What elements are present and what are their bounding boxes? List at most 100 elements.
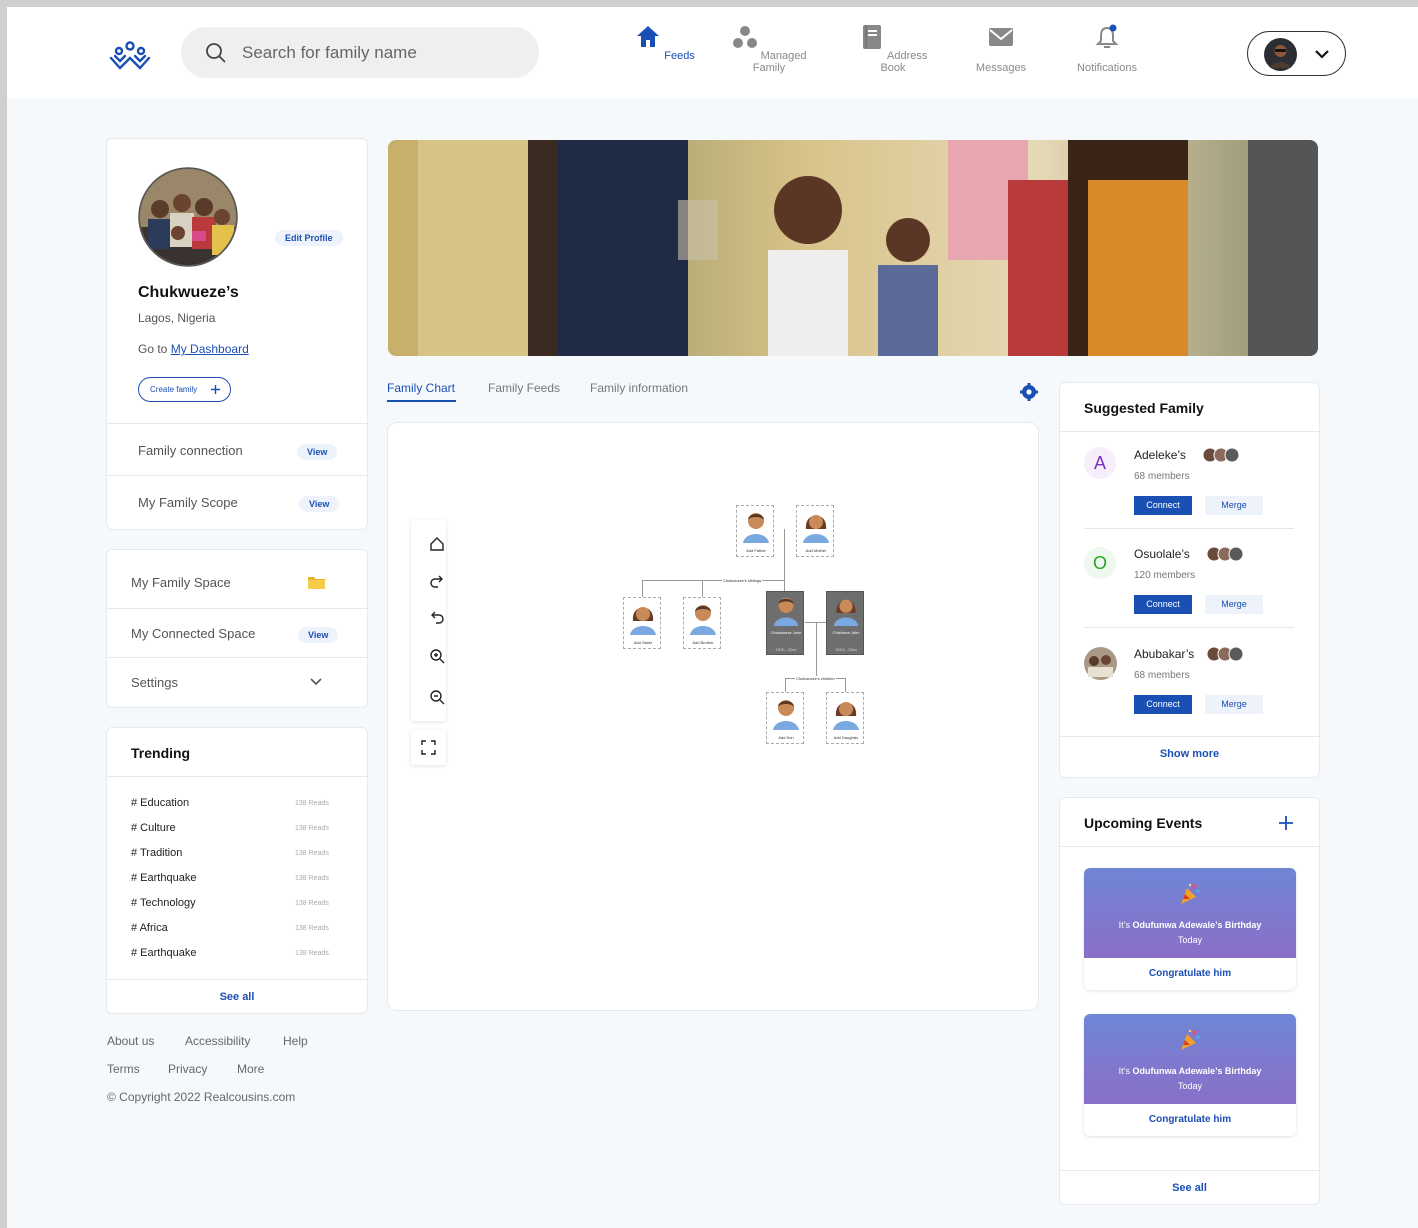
gear-icon[interactable]: [1020, 383, 1038, 401]
nav-notifications[interactable]: Notifications: [1067, 24, 1147, 74]
merge-button[interactable]: Merge: [1205, 595, 1263, 614]
edit-profile-button[interactable]: Edit Profile: [275, 230, 343, 246]
family-scope-view-button[interactable]: View: [299, 496, 340, 512]
divider: [1084, 627, 1294, 628]
event-card[interactable]: It’s Odufunwa Adewale’s Birthday Today C…: [1084, 868, 1296, 990]
female-avatar-icon: [833, 702, 859, 730]
suggested-family-name[interactable]: Adeleke’s: [1134, 448, 1186, 462]
congratulate-button[interactable]: Congratulate him: [1084, 1114, 1296, 1125]
nav-managed-family[interactable]: Managed Family: [722, 24, 816, 74]
tree-node-spouse[interactable]: Chiefoma John 19XX - 20xx: [826, 591, 864, 655]
trending-reads: 138 Reads: [295, 900, 329, 907]
zoom-in-icon[interactable]: [428, 647, 446, 665]
trending-tag: # Education: [131, 797, 190, 809]
space-card: My Family Space My Connected Space View …: [106, 549, 368, 708]
events-see-all-link[interactable]: See all: [1060, 1182, 1319, 1194]
tree-node-brother[interactable]: Add Brother: [683, 597, 721, 649]
node-dates: 19XX - 20xx: [835, 647, 857, 652]
suggested-family-name[interactable]: Osuolale’s: [1134, 547, 1190, 561]
connect-button[interactable]: Connect: [1134, 695, 1192, 714]
nav-label: Notifications: [1077, 62, 1137, 74]
nav-label: Feeds: [664, 50, 695, 62]
tree-connector: [642, 580, 643, 598]
suggested-family-members: 68 members: [1134, 670, 1190, 681]
footer-privacy-link[interactable]: Privacy: [168, 1062, 207, 1076]
trending-reads: 138 Reads: [295, 825, 329, 832]
family-scope-row[interactable]: My Family Scope View: [107, 475, 367, 530]
family-connection-view-button[interactable]: View: [297, 444, 338, 460]
my-dashboard-link[interactable]: My Dashboard: [171, 342, 249, 356]
trending-tag: # Earthquake: [131, 947, 197, 959]
realcousins-logo[interactable]: [107, 39, 153, 75]
trending-see-all-link[interactable]: See all: [107, 991, 367, 1003]
settings-row[interactable]: Settings: [107, 657, 367, 708]
tree-connector: [845, 678, 846, 693]
zoom-out-icon[interactable]: [428, 688, 446, 706]
family-space-row[interactable]: My Family Space: [107, 550, 367, 608]
connected-space-view-button[interactable]: View: [298, 627, 339, 643]
merge-button[interactable]: Merge: [1205, 695, 1263, 714]
male-avatar-icon: [743, 513, 769, 543]
node-caption: Add Mother: [805, 548, 827, 553]
nav-messages[interactable]: Messages: [969, 24, 1033, 74]
show-more-link[interactable]: Show more: [1060, 748, 1319, 760]
home-icon[interactable]: [428, 535, 446, 553]
family-scope-label: My Family Scope: [138, 495, 238, 510]
account-menu[interactable]: [1247, 31, 1346, 76]
connect-button[interactable]: Connect: [1134, 496, 1192, 515]
congratulate-button[interactable]: Congratulate him: [1084, 968, 1296, 979]
nav-feeds[interactable]: Feeds: [635, 24, 695, 62]
male-avatar-icon: [773, 597, 799, 626]
connected-space-row[interactable]: My Connected Space View: [107, 608, 367, 657]
tree-node-mother[interactable]: Add Mother: [796, 505, 834, 557]
trending-footer: See all: [107, 979, 367, 1014]
tree-node-sister[interactable]: Add Sister: [623, 597, 661, 649]
party-popper-icon: [1181, 883, 1200, 904]
tree-node-father[interactable]: Add Father: [736, 505, 774, 557]
active-tab-indicator: [387, 400, 456, 402]
tab-family-feeds[interactable]: Family Feeds: [488, 381, 560, 395]
tab-family-information[interactable]: Family information: [590, 381, 688, 395]
footer-accessibility-link[interactable]: Accessibility: [185, 1034, 250, 1048]
search-bar[interactable]: Search for family name: [181, 27, 539, 78]
home-icon: [637, 26, 660, 47]
nav-address-book[interactable]: Address Book: [853, 24, 933, 74]
fullscreen-button[interactable]: [411, 730, 446, 765]
events-footer: See all: [1060, 1170, 1319, 1205]
tab-family-chart[interactable]: Family Chart: [387, 381, 455, 395]
tree-node-daughter[interactable]: Add Daughter: [826, 692, 864, 744]
family-connection-label: Family connection: [138, 443, 243, 458]
profile-card: Edit Profile Chukwueze’s Lagos, Nigeria …: [106, 138, 368, 530]
upcoming-events-card: Upcoming Events It’s Odufunwa Adewale’s …: [1059, 797, 1320, 1205]
suggested-family-name[interactable]: Abubakar’s: [1134, 647, 1194, 661]
event-card[interactable]: It’s Odufunwa Adewale’s Birthday Today C…: [1084, 1014, 1296, 1136]
create-family-button[interactable]: Create family: [138, 377, 231, 402]
family-connection-row[interactable]: Family connection View: [107, 423, 367, 475]
merge-button[interactable]: Merge: [1205, 496, 1263, 515]
event-prefix: It’s: [1118, 1066, 1130, 1076]
trending-tag: # Earthquake: [131, 872, 197, 884]
plus-icon[interactable]: [1278, 815, 1294, 831]
tree-connector: [702, 580, 703, 598]
footer-more-link[interactable]: More: [237, 1062, 264, 1076]
connect-button[interactable]: Connect: [1134, 595, 1192, 614]
footer-help-link[interactable]: Help: [283, 1034, 308, 1048]
trending-card: Trending # Education 138 Reads # Culture 1…: [106, 727, 368, 1014]
book-icon: [862, 25, 881, 49]
search-input[interactable]: Search for family name: [242, 43, 417, 63]
family-chart-canvas[interactable]: [387, 422, 1039, 1011]
suggested-footer: Show more: [1060, 736, 1319, 778]
chevron-down-icon: [310, 678, 322, 686]
node-caption: Add Brother: [692, 640, 714, 645]
tree-node-son[interactable]: Add Son: [766, 692, 804, 744]
redo-icon[interactable]: [428, 573, 446, 591]
footer-about-link[interactable]: About us: [107, 1034, 154, 1048]
nav-label: Managed Family: [752, 50, 807, 74]
trending-tag: # Technology: [131, 897, 196, 909]
node-name: Chiefoma John: [832, 630, 860, 635]
family-icon: [732, 26, 757, 48]
tree-connector: [784, 529, 785, 592]
undo-icon[interactable]: [428, 609, 446, 627]
tree-node-self[interactable]: Chukwueze John 1970 - 20xx: [766, 591, 804, 655]
footer-terms-link[interactable]: Terms: [107, 1062, 140, 1076]
